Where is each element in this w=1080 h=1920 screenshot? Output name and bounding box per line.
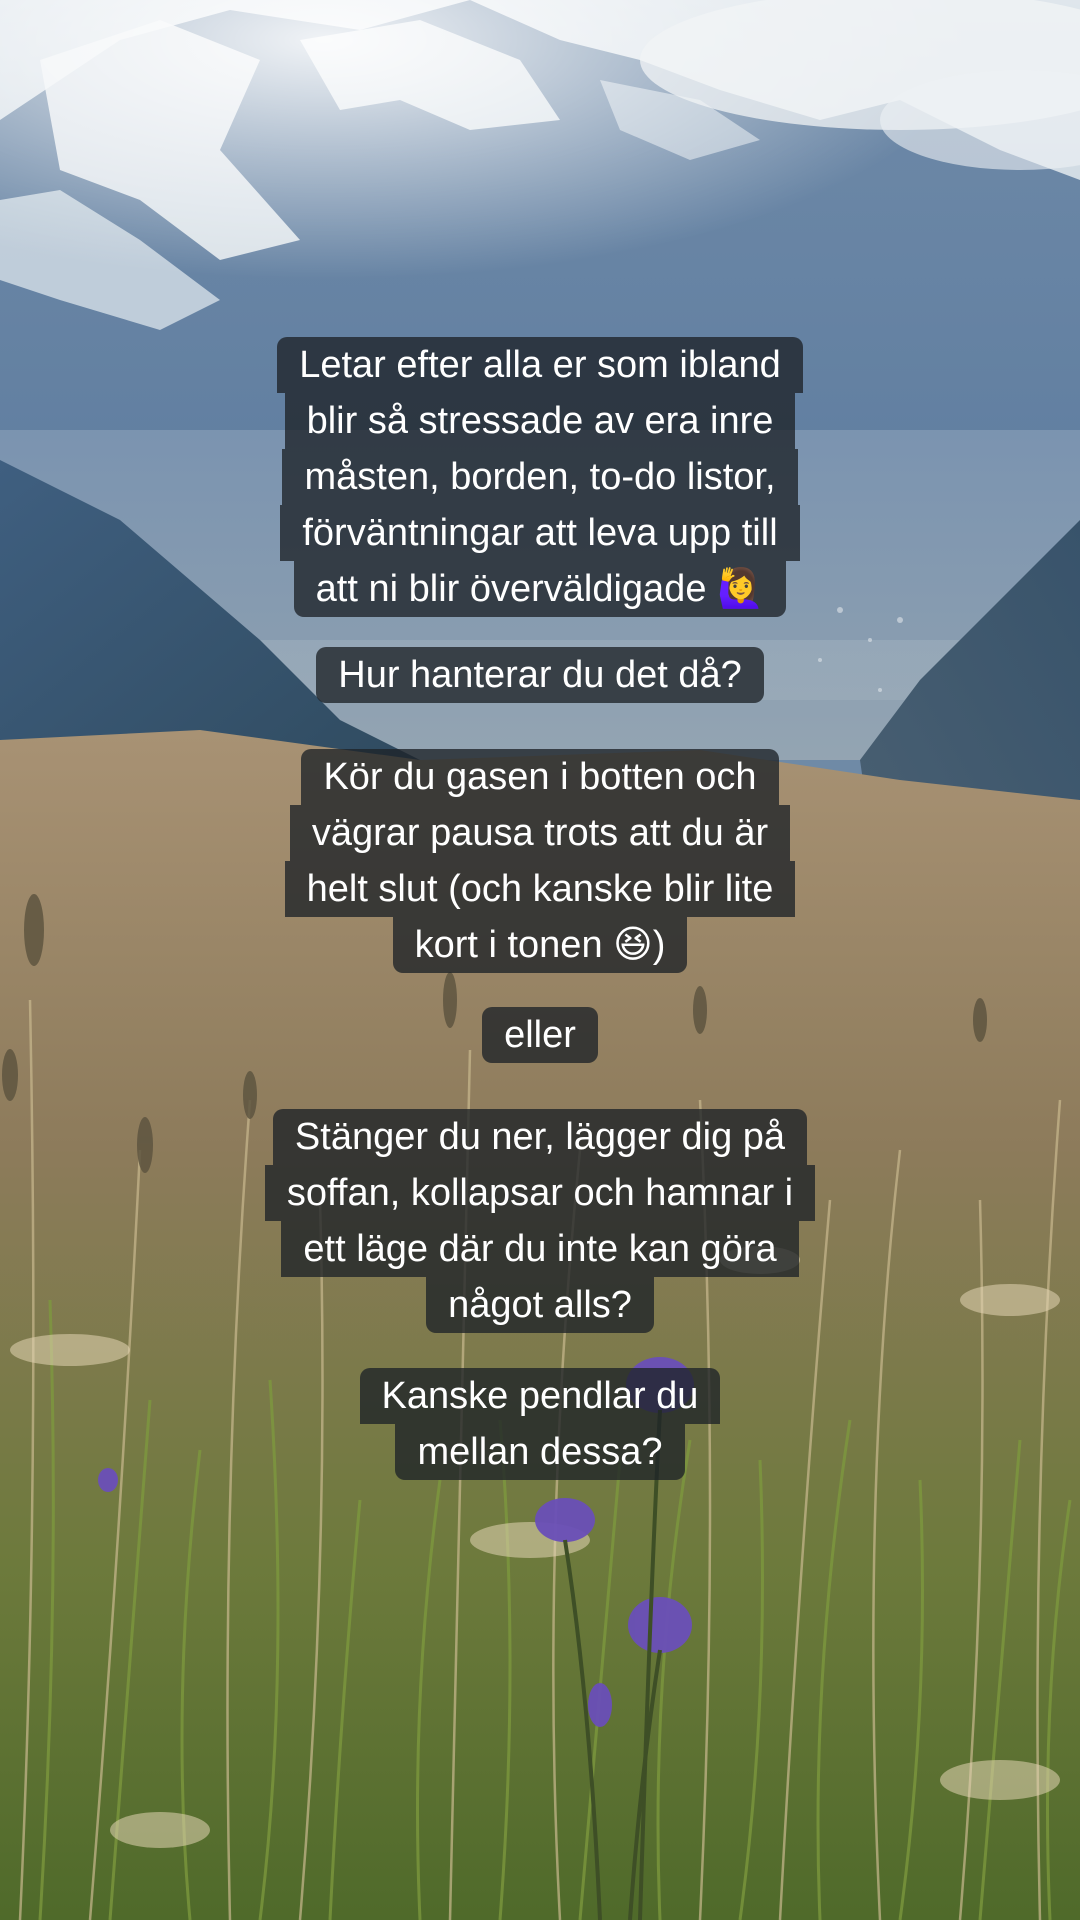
caption-line: Hur hanterar du det då? (316, 647, 764, 703)
caption-line: kort i tonen 😆) (392, 917, 688, 973)
caption-stack: Letar efter alla er som ibland blir så s… (0, 0, 1080, 1920)
caption-question: Hur hanterar du det då? (0, 647, 1080, 703)
caption-line: Kör du gasen i botten och (301, 749, 779, 805)
caption-line: mellan dessa? (395, 1424, 685, 1480)
caption-intro: Letar efter alla er som ibland blir så s… (0, 337, 1080, 617)
caption-line: Letar efter alla er som ibland (277, 337, 803, 393)
caption-line: att ni blir överväldigade 🙋‍♀️ (293, 561, 787, 617)
caption-line: helt slut (och kanske blir lite (284, 861, 796, 917)
caption-closing: Kanske pendlar du mellan dessa? (0, 1368, 1080, 1480)
caption-line: eller (482, 1007, 598, 1063)
caption-line: ett läge där du inte kan göra (281, 1221, 799, 1277)
caption-line: soffan, kollapsar och hamnar i (264, 1165, 816, 1221)
caption-or: eller (0, 1007, 1080, 1063)
caption-line: blir så stressade av era inre (284, 393, 796, 449)
caption-line: måsten, borden, to-do listor, (282, 449, 798, 505)
caption-line: Kanske pendlar du (359, 1368, 721, 1424)
caption-line: Stänger du ner, lägger dig på (272, 1109, 808, 1165)
caption-option-one: Kör du gasen i botten och vägrar pausa t… (0, 749, 1080, 973)
caption-option-two: Stänger du ner, lägger dig på soffan, ko… (0, 1109, 1080, 1333)
caption-line: något alls? (426, 1277, 654, 1333)
caption-line: vägrar pausa trots att du är (289, 805, 791, 861)
caption-line: förväntningar att leva upp till (280, 505, 800, 561)
